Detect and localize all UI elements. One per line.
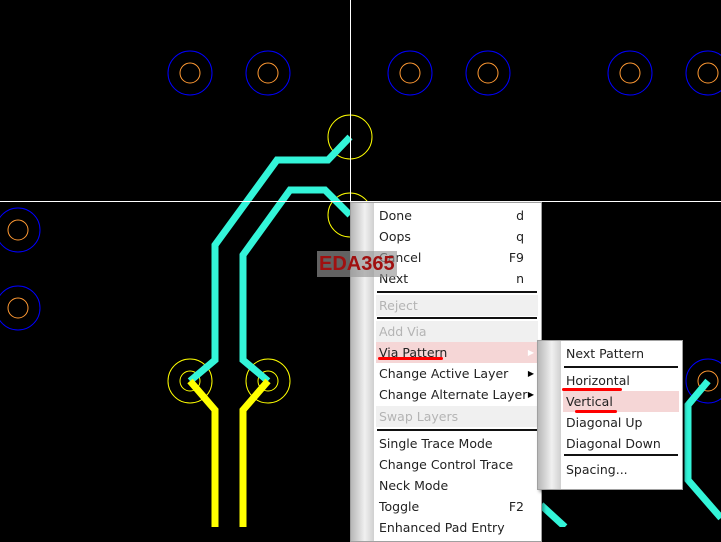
menu-item-label: Neck Mode <box>379 478 449 493</box>
submenu-arrow-icon: ▶ <box>527 390 534 399</box>
menu-item-label: Change Active Layer <box>379 366 509 381</box>
annotation-underline <box>378 357 443 360</box>
menu-item-cancel[interactable]: Cancel F9 <box>376 247 538 268</box>
menu-item-label: Oops <box>379 229 411 244</box>
menu-item-single-trace-mode[interactable]: Single Trace Mode <box>376 433 538 454</box>
menu-item-neck-mode[interactable]: Neck Mode <box>376 475 538 496</box>
shortcut-label: q <box>516 229 524 244</box>
menu-separator <box>377 291 537 293</box>
menu-item-label: Spacing... <box>566 462 628 477</box>
trace[interactable] <box>538 502 568 527</box>
menu-item-label: Done <box>379 208 412 223</box>
watermark: EDA365 <box>317 251 397 277</box>
menu-gutter <box>538 341 561 489</box>
menu-item-label: Horizontal <box>566 373 630 388</box>
menu-item-swap-layers: Swap Layers <box>376 406 538 427</box>
menu-item-toggle[interactable]: Toggle F2 <box>376 496 538 517</box>
menu-item-label: Change Alternate Layer <box>379 387 528 402</box>
shortcut-label: n <box>516 271 524 286</box>
menu-separator <box>564 366 678 368</box>
menu-item-label: Toggle <box>379 499 420 514</box>
submenu-arrow-icon: ▶ <box>527 348 534 357</box>
menu-item-label: Change Control Trace <box>379 457 514 472</box>
menu-item-enhanced-pad-entry[interactable]: Enhanced Pad Entry <box>376 517 538 538</box>
crosshair <box>0 0 721 215</box>
annotation-underline <box>575 410 617 413</box>
menu-item-vertical[interactable]: Vertical <box>563 391 679 412</box>
menu-item-change-control-trace[interactable]: Change Control Trace <box>376 454 538 475</box>
menu-separator <box>377 429 537 431</box>
submenu-arrow-icon: ▶ <box>527 369 534 378</box>
menu-item-label: Enhanced Pad Entry <box>379 520 505 535</box>
menu-item-spacing[interactable]: Spacing... <box>563 459 679 480</box>
menu-item-label: Diagonal Up <box>566 415 643 430</box>
annotation-underline <box>562 388 622 391</box>
shortcut-label: d <box>516 208 524 223</box>
menu-item-oops[interactable]: Oops q <box>376 226 538 247</box>
menu-item-label: Vertical <box>566 394 613 409</box>
trace[interactable] <box>239 186 353 384</box>
menu-item-label: Reject <box>379 298 418 313</box>
menu-item-label: Add Via <box>379 324 427 339</box>
menu-item-label: Diagonal Down <box>566 436 661 451</box>
menu-item-reject: Reject <box>376 295 538 316</box>
menu-item-diagonal-down[interactable]: Diagonal Down <box>563 433 679 454</box>
menu-item-diagonal-up[interactable]: Diagonal Up <box>563 412 679 433</box>
menu-item-done[interactable]: Done d <box>376 205 538 226</box>
menu-separator <box>564 454 678 456</box>
menu-item-add-via: Add Via <box>376 321 538 342</box>
menu-item-next-pattern[interactable]: Next Pattern <box>563 343 679 364</box>
menu-item-change-active-layer[interactable]: Change Active Layer ▶ <box>376 363 538 384</box>
shortcut-label: F9 <box>508 250 524 265</box>
menu-item-label: Swap Layers <box>379 409 459 424</box>
menu-separator <box>377 317 537 319</box>
menu-item-label: Single Trace Mode <box>379 436 493 451</box>
via-pattern-submenu: Next Pattern Horizontal Vertical Diagonal U… <box>537 340 683 490</box>
menu-item-next[interactable]: Next n <box>376 268 538 289</box>
shortcut-label: F2 <box>508 499 524 514</box>
menu-item-change-alternate-layer[interactable]: Change Alternate Layer ▶ <box>376 384 538 405</box>
menu-item-label: Next Pattern <box>566 346 645 361</box>
